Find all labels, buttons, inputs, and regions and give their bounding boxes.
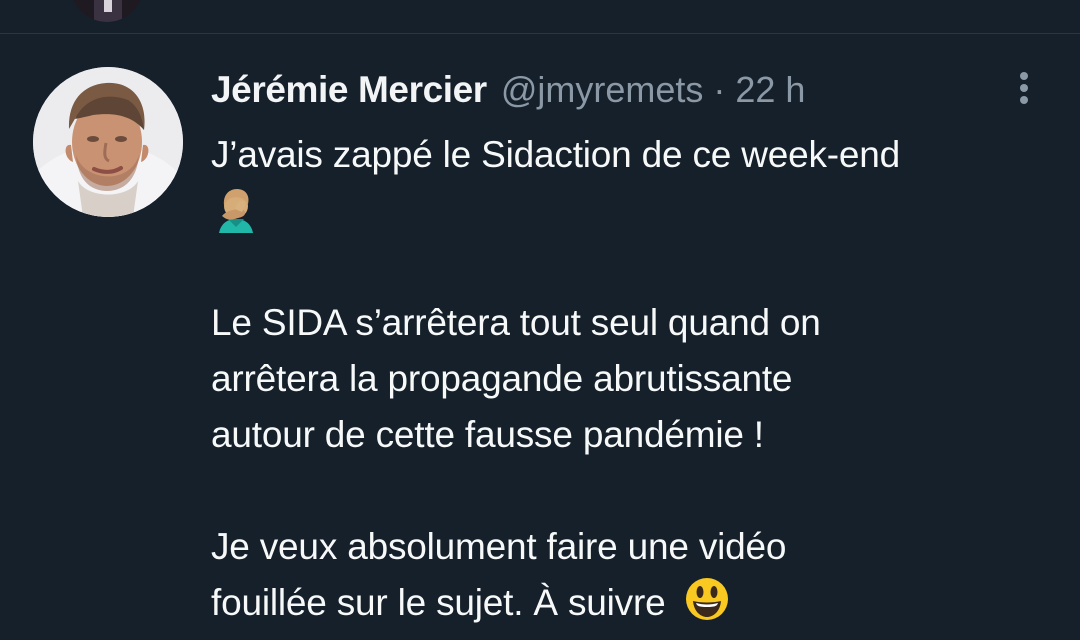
tweet-text-line-with-emoji: fouillée sur le sujet. À suivre: [211, 575, 1061, 631]
author-avatar-photo: [33, 67, 183, 217]
tweet-text-segment: fouillée sur le sujet. À suivre: [211, 582, 666, 623]
tweet-text-line: J’avais zappé le Sidaction de ce week-en…: [211, 134, 901, 175]
author-avatar[interactable]: [33, 67, 183, 217]
tweet-header: Jérémie Mercier @jmyremets · 22 h: [211, 69, 805, 113]
author-display-name[interactable]: Jérémie Mercier: [211, 69, 487, 111]
tweet-emoji-line: [211, 183, 1061, 239]
previous-avatar-person-shape: [94, 0, 122, 22]
metadata-separator: ·: [713, 69, 726, 110]
tweet-text: J’avais zappé le Sidaction de ce week-en…: [211, 127, 1061, 631]
tweet-text-spacer: [211, 239, 1061, 295]
twitter-timeline-screen: Jérémie Mercier @jmyremets · 22 h J’avai…: [0, 0, 1080, 640]
more-vertical-icon[interactable]: [1010, 68, 1038, 108]
tweet-text-line: autour de cette fausse pandémie !: [211, 414, 764, 455]
tweet-timestamp[interactable]: 22 h: [735, 69, 805, 111]
more-options-icon: [1020, 72, 1028, 104]
tweet-text-line: arrêtera la propagande abrutissante: [211, 358, 793, 399]
grinning-face-emoji: [684, 576, 730, 638]
tweet-text-spacer: [211, 463, 1061, 519]
previous-tweet-avatar[interactable]: [70, 0, 144, 22]
facepalm-emoji: [219, 189, 253, 233]
tweet-text-line: Je veux absolument faire une vidéo: [211, 526, 787, 567]
tweet-card[interactable]: Jérémie Mercier @jmyremets · 22 h J’avai…: [0, 34, 1080, 640]
tweet-text-line: Le SIDA s’arrêtera tout seul quand on: [211, 302, 821, 343]
author-handle[interactable]: @jmyremets: [501, 69, 704, 111]
grinning-face-emoji-icon: [685, 578, 728, 620]
